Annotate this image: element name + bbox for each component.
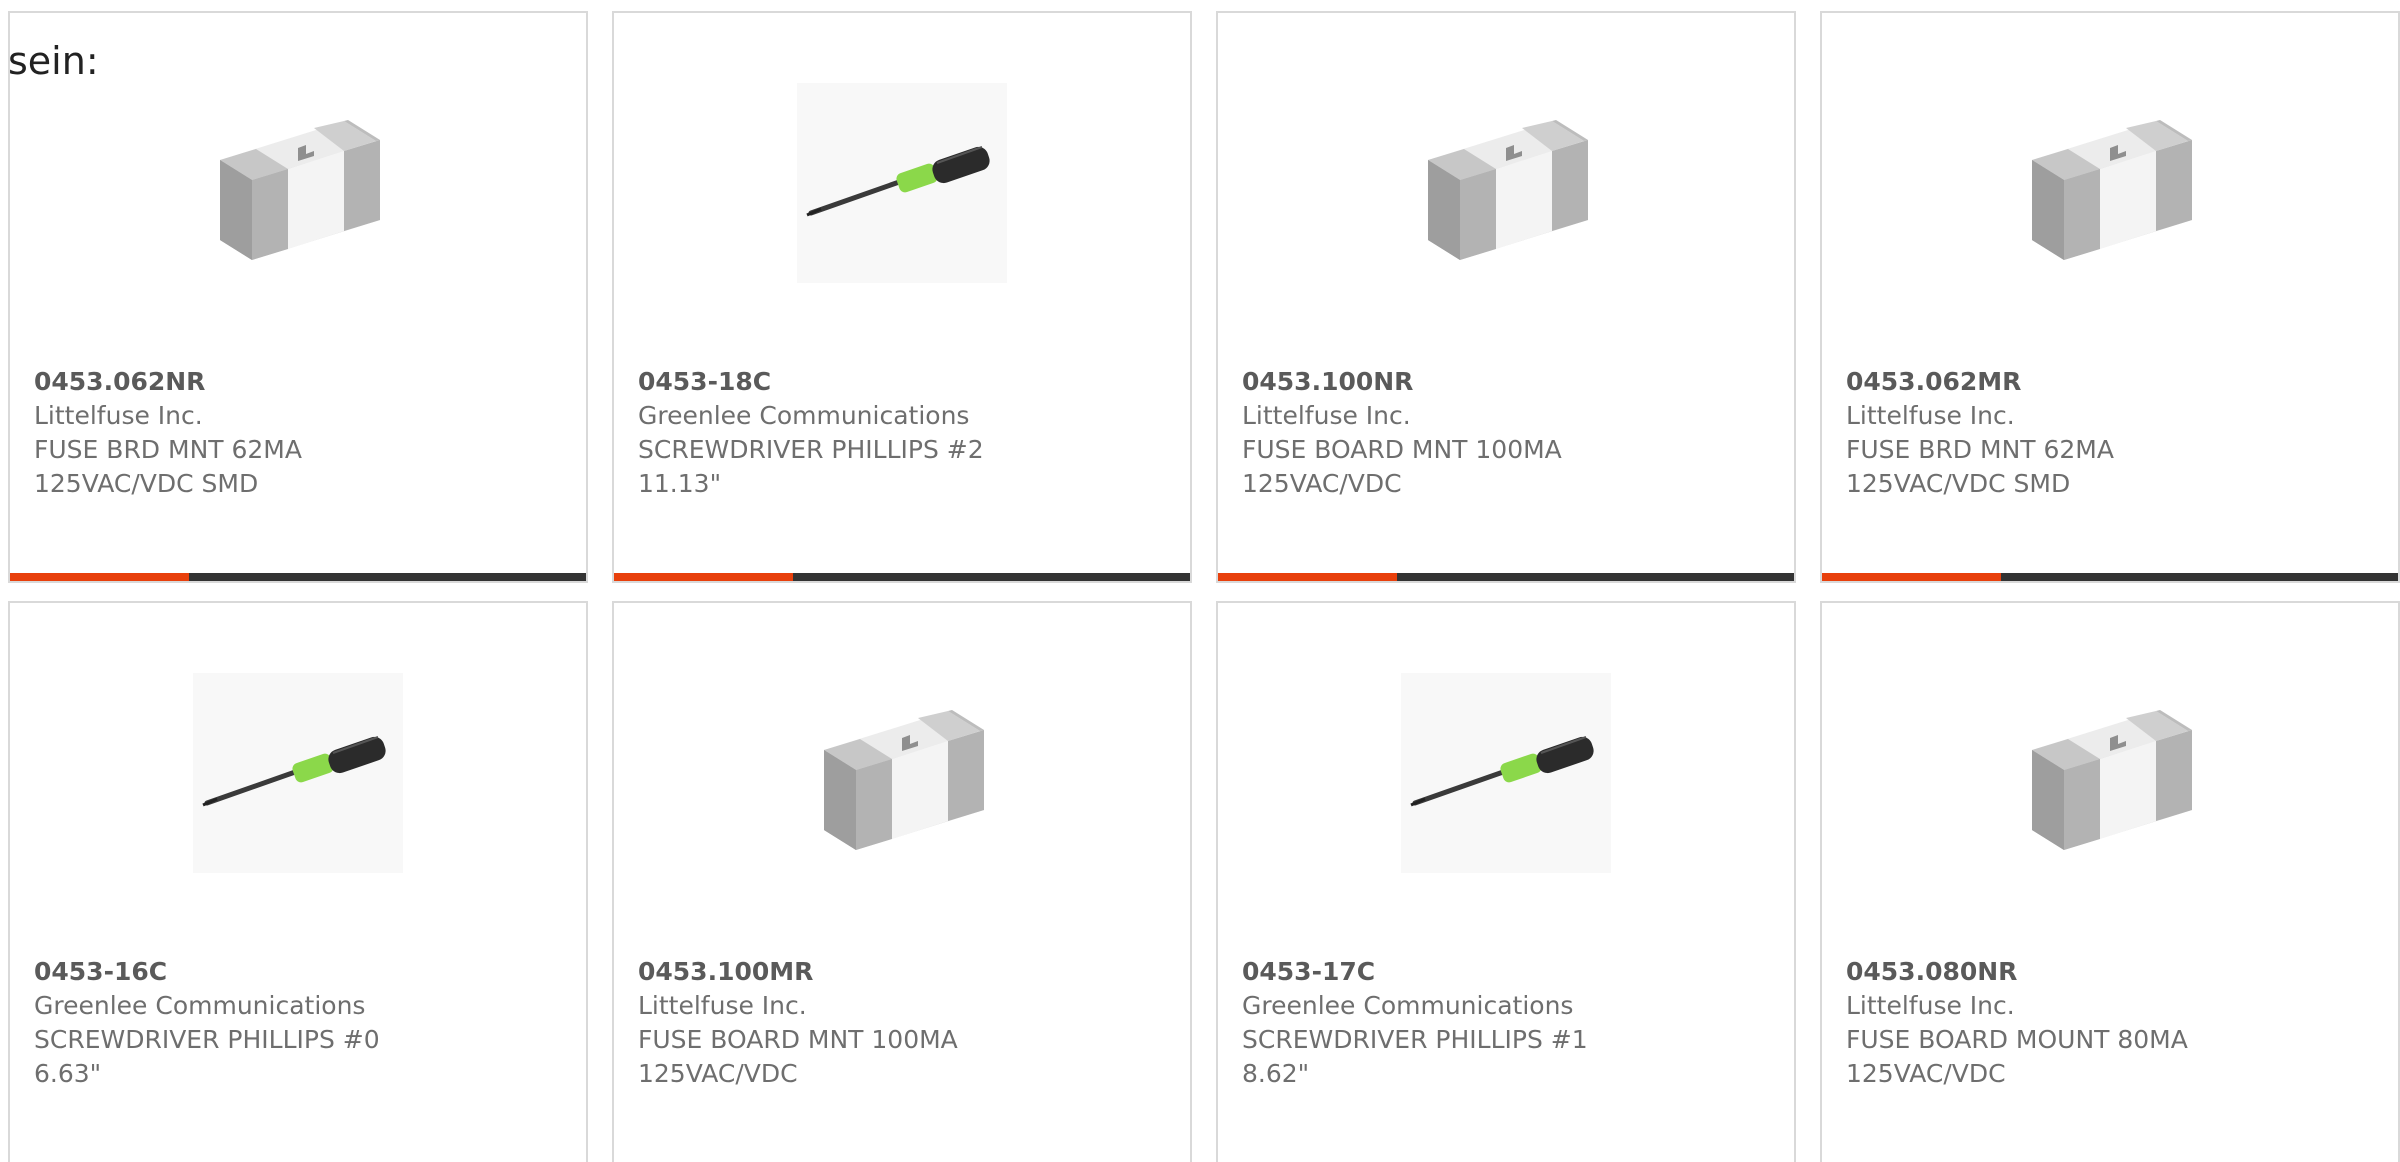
manufacturer-label: Littelfuse Inc.	[1242, 401, 1411, 430]
image-progress-bar	[1218, 573, 1794, 581]
smd-fuse-icon	[2032, 710, 2192, 850]
description-line-1: FUSE BOARD MNT 100MA	[638, 1025, 958, 1054]
smd-fuse-icon	[1428, 120, 1588, 260]
smd-fuse-icon	[2032, 120, 2192, 260]
product-card[interactable]: 0453.080NR Littelfuse Inc. FUSE BOARD MO…	[1820, 601, 2400, 1162]
part-number-link[interactable]: 0453.100MR	[638, 955, 1170, 989]
product-image[interactable]	[614, 673, 1190, 873]
manufacturer-label: Littelfuse Inc.	[638, 991, 807, 1020]
description-line-2: 8.62"	[1242, 1059, 1310, 1088]
screwdriver-icon	[797, 83, 1007, 283]
part-number-link[interactable]: 0453.080NR	[1846, 955, 2378, 989]
image-progress-fill	[10, 573, 189, 581]
description-line-2: 125VAC/VDC SMD	[34, 469, 259, 498]
smd-fuse-icon	[824, 710, 984, 850]
description-line-2: 11.13"	[638, 469, 722, 498]
smd-fuse-icon	[220, 120, 380, 260]
part-number-link[interactable]: 0453.062MR	[1846, 365, 2378, 399]
image-progress-bar	[614, 573, 1190, 581]
description-line-2: 125VAC/VDC SMD	[1846, 469, 2071, 498]
product-image[interactable]	[1218, 673, 1794, 873]
manufacturer-label: Greenlee Communications	[34, 991, 366, 1020]
image-progress-fill	[1218, 573, 1397, 581]
part-number-link[interactable]: 0453.100NR	[1242, 365, 1774, 399]
product-card[interactable]: 0453.100MR Littelfuse Inc. FUSE BOARD MN…	[612, 601, 1192, 1162]
description-line-1: FUSE BRD MNT 62MA	[34, 435, 302, 464]
description-line-2: 125VAC/VDC	[1242, 469, 1402, 498]
screwdriver-icon	[193, 673, 403, 873]
description-line-2: 125VAC/VDC	[1846, 1059, 2006, 1088]
manufacturer-label: Greenlee Communications	[1242, 991, 1574, 1020]
part-number-link[interactable]: 0453-17C	[1242, 955, 1774, 989]
manufacturer-label: Littelfuse Inc.	[1846, 401, 2015, 430]
lead-text: sein:	[8, 39, 99, 83]
product-card[interactable]: 0453.100NR Littelfuse Inc. FUSE BOARD MN…	[1216, 11, 1796, 583]
part-number-link[interactable]: 0453-16C	[34, 955, 566, 989]
product-image[interactable]	[1218, 83, 1794, 283]
product-card[interactable]: 0453-18C Greenlee Communications SCREWDR…	[612, 11, 1192, 583]
product-card[interactable]: 0453.062MR Littelfuse Inc. FUSE BRD MNT …	[1820, 11, 2400, 583]
description-line-1: SCREWDRIVER PHILLIPS #1	[1242, 1025, 1588, 1054]
product-grid-page: sein: 0453.062NR Littelfuse Inc. FUSE BR…	[0, 0, 2400, 1162]
part-number-link[interactable]: 0453.062NR	[34, 365, 566, 399]
product-card[interactable]: 0453-17C Greenlee Communications SCREWDR…	[1216, 601, 1796, 1162]
product-card[interactable]: 0453.062NR Littelfuse Inc. FUSE BRD MNT …	[8, 11, 588, 583]
product-card[interactable]: 0453-16C Greenlee Communications SCREWDR…	[8, 601, 588, 1162]
description-line-2: 125VAC/VDC	[638, 1059, 798, 1088]
manufacturer-label: Greenlee Communications	[638, 401, 970, 430]
description-line-1: SCREWDRIVER PHILLIPS #0	[34, 1025, 380, 1054]
description-line-1: SCREWDRIVER PHILLIPS #2	[638, 435, 984, 464]
image-progress-bar	[10, 573, 586, 581]
product-image[interactable]	[10, 83, 586, 283]
description-line-1: FUSE BRD MNT 62MA	[1846, 435, 2114, 464]
image-progress-fill	[614, 573, 793, 581]
description-line-1: FUSE BOARD MNT 100MA	[1242, 435, 1562, 464]
product-image[interactable]	[1822, 673, 2398, 873]
product-image[interactable]	[614, 83, 1190, 283]
manufacturer-label: Littelfuse Inc.	[34, 401, 203, 430]
product-image[interactable]	[1822, 83, 2398, 283]
description-line-2: 6.63"	[34, 1059, 102, 1088]
description-line-1: FUSE BOARD MOUNT 80MA	[1846, 1025, 2188, 1054]
part-number-link[interactable]: 0453-18C	[638, 365, 1170, 399]
image-progress-bar	[1822, 573, 2398, 581]
manufacturer-label: Littelfuse Inc.	[1846, 991, 2015, 1020]
screwdriver-icon	[1401, 673, 1611, 873]
product-image[interactable]	[10, 673, 586, 873]
image-progress-fill	[1822, 573, 2001, 581]
